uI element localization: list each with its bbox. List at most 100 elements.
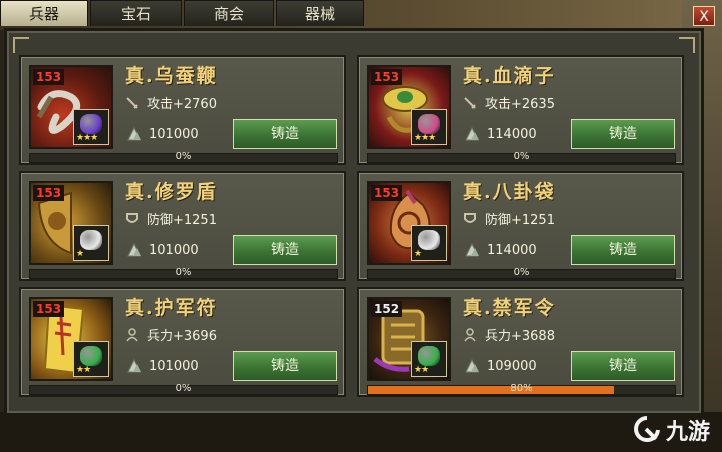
progress-bar: 0% — [29, 151, 338, 163]
cost-value: 109000 — [487, 358, 537, 374]
item-portrait: 153 ★ — [367, 181, 451, 265]
item-stat: 防御+1251 — [125, 209, 217, 228]
stat-text: 防御+1251 — [485, 213, 555, 228]
item-cost: 101000 — [125, 125, 199, 143]
item-level: 153 — [371, 185, 403, 201]
star-rating: ★★ — [414, 365, 429, 375]
item-stat: 攻击+2635 — [463, 93, 555, 112]
stat-text: 兵力+3696 — [147, 329, 217, 344]
tab-guild[interactable]: 商会 — [184, 0, 274, 26]
forge-button[interactable]: 铸造 — [233, 235, 337, 265]
forge-button[interactable]: 铸造 — [571, 119, 675, 149]
gem-icon — [418, 346, 440, 366]
tab-machinery[interactable]: 器械 — [276, 0, 364, 26]
watermark-text: 九游 — [666, 420, 711, 445]
item-cost: 101000 — [125, 357, 199, 375]
item-cost: 101000 — [125, 241, 199, 259]
item-cost: 114000 — [463, 241, 537, 259]
item-cost: 114000 — [463, 125, 537, 143]
item-stat: 兵力+3688 — [463, 325, 555, 344]
item-name: 真.护军符 — [125, 297, 218, 319]
gem-icon — [80, 114, 102, 134]
item-stat: 攻击+2760 — [125, 93, 217, 112]
stat-text: 兵力+3688 — [485, 329, 555, 344]
cost-value: 101000 — [149, 358, 199, 374]
gem-slot[interactable]: ★ — [411, 225, 447, 261]
item-card: 153 ★★★ 真.乌蚕鞭 攻击+2760 101000 铸造 0% — [19, 55, 346, 165]
progress-bar: 0% — [367, 151, 676, 163]
progress-text: 80% — [510, 383, 533, 394]
silver-icon — [127, 358, 141, 373]
gem-slot[interactable]: ★ — [73, 225, 109, 261]
soldier-icon — [126, 327, 138, 341]
close-button[interactable]: X — [693, 6, 715, 26]
watermark-logo: 九游 — [632, 414, 710, 446]
forge-button[interactable]: 铸造 — [571, 235, 675, 265]
star-rating: ★ — [414, 249, 422, 259]
forge-button[interactable]: 铸造 — [571, 351, 675, 381]
tab-bar: 兵器 宝石 商会 器械 — [0, 0, 366, 28]
item-stat: 兵力+3696 — [125, 325, 217, 344]
shield-icon — [464, 212, 476, 223]
item-card: 153 ★ 真.修罗盾 防御+1251 101000 铸造 0% — [19, 171, 346, 281]
forge-panel: 153 ★★★ 真.乌蚕鞭 攻击+2760 101000 铸造 0% 153 ★… — [4, 28, 704, 416]
item-card: 153 ★ 真.八卦袋 防御+1251 114000 铸造 0% — [357, 171, 684, 281]
item-level: 153 — [33, 301, 65, 317]
star-rating: ★★★ — [76, 133, 98, 143]
silver-icon — [127, 126, 141, 141]
item-name: 真.修罗盾 — [125, 181, 218, 203]
item-cost: 109000 — [463, 357, 537, 375]
gem-icon — [418, 230, 440, 250]
sword-icon — [126, 96, 138, 109]
item-name: 真.禁军令 — [463, 297, 556, 319]
stat-text: 攻击+2635 — [485, 97, 555, 112]
gem-icon — [80, 230, 102, 250]
progress-bar: 0% — [367, 267, 676, 279]
cost-value: 114000 — [487, 242, 537, 258]
gem-icon — [418, 114, 440, 134]
progress-text: 0% — [513, 151, 530, 162]
forge-button[interactable]: 铸造 — [233, 119, 337, 149]
item-portrait: 152 ★★ — [367, 297, 451, 381]
tab-weapons[interactable]: 兵器 — [0, 0, 88, 26]
progress-bar: 80% — [367, 383, 676, 395]
silver-icon — [465, 242, 479, 257]
item-level: 153 — [33, 69, 65, 85]
item-portrait: 153 ★ — [29, 181, 113, 265]
item-portrait: 153 ★★★ — [29, 65, 113, 149]
gem-slot[interactable]: ★★★ — [411, 109, 447, 145]
sword-icon — [464, 96, 476, 109]
item-level: 152 — [371, 301, 403, 317]
silver-icon — [127, 242, 141, 257]
item-level: 153 — [371, 69, 403, 85]
item-portrait: 153 ★★ — [29, 297, 113, 381]
item-card: 153 ★★★ 真.血滴子 攻击+2635 114000 铸造 0% — [357, 55, 684, 165]
gem-slot[interactable]: ★★ — [411, 341, 447, 377]
progress-text: 0% — [175, 267, 192, 278]
forge-button[interactable]: 铸造 — [233, 351, 337, 381]
progress-bar: 0% — [29, 267, 338, 279]
gem-slot[interactable]: ★★ — [73, 341, 109, 377]
item-card: 153 ★★ 真.护军符 兵力+3696 101000 铸造 0% — [19, 287, 346, 397]
gem-slot[interactable]: ★★★ — [73, 109, 109, 145]
item-name: 真.八卦袋 — [463, 181, 556, 203]
item-card: 152 ★★ 真.禁军令 兵力+3688 109000 铸造 80% — [357, 287, 684, 397]
silver-icon — [465, 126, 479, 141]
cost-value: 114000 — [487, 126, 537, 142]
tab-gems[interactable]: 宝石 — [90, 0, 182, 26]
stat-text: 攻击+2760 — [147, 97, 217, 112]
progress-text: 0% — [175, 383, 192, 394]
item-name: 真.血滴子 — [463, 65, 556, 87]
stat-text: 防御+1251 — [147, 213, 217, 228]
item-portrait: 153 ★★★ — [367, 65, 451, 149]
soldier-icon — [464, 327, 476, 341]
item-name: 真.乌蚕鞭 — [125, 65, 218, 87]
progress-text: 0% — [175, 151, 192, 162]
cost-value: 101000 — [149, 126, 199, 142]
item-stat: 防御+1251 — [463, 209, 555, 228]
shield-icon — [126, 212, 138, 223]
cost-value: 101000 — [149, 242, 199, 258]
star-rating: ★ — [76, 249, 84, 259]
star-rating: ★★★ — [414, 133, 436, 143]
nine-game-logo-icon — [634, 416, 660, 442]
